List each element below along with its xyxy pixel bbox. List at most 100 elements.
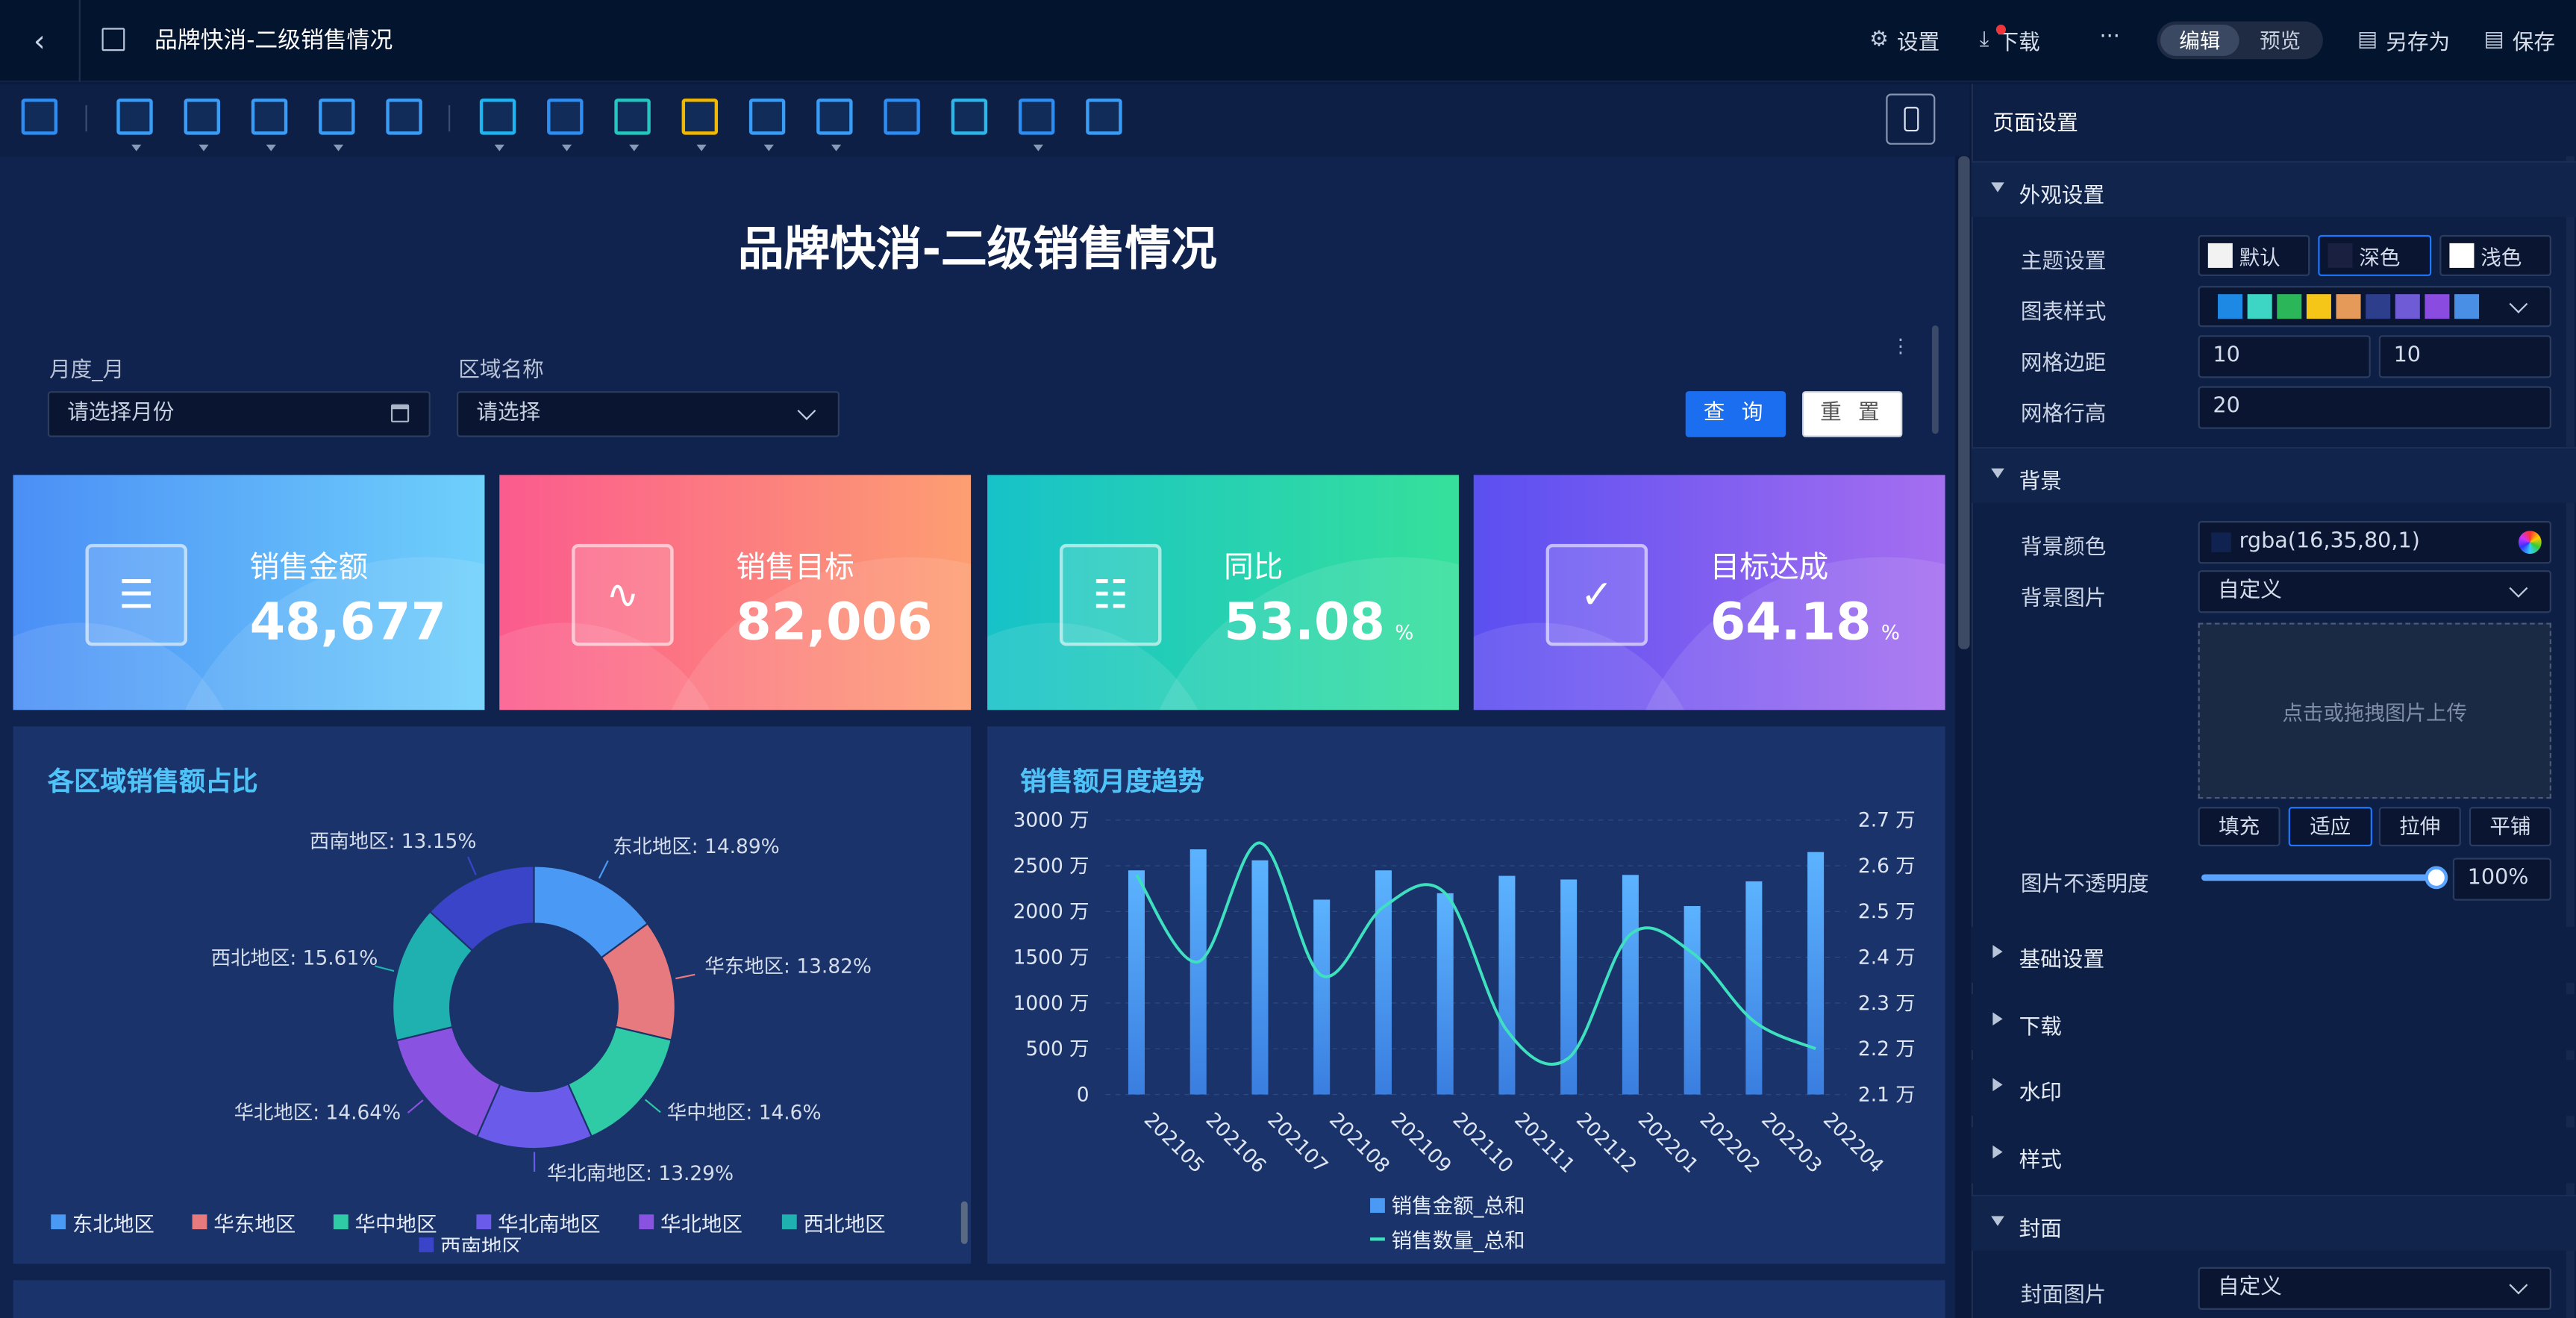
back-button[interactable]: ‹ xyxy=(0,0,81,83)
bar[interactable] xyxy=(1251,860,1269,1095)
bar[interactable] xyxy=(1498,875,1516,1095)
legend-label: 西北地区 xyxy=(803,1211,886,1236)
line-chart-icon[interactable] xyxy=(614,99,651,152)
opacity-slider-handle[interactable] xyxy=(2425,866,2448,890)
bar[interactable] xyxy=(1437,893,1454,1095)
save-button[interactable]: ▤ 保存 xyxy=(2484,25,2555,55)
background-section-header[interactable]: 背景 xyxy=(1971,446,2576,503)
theme-default-button[interactable]: 默认 xyxy=(2198,234,2310,276)
layers-icon[interactable] xyxy=(21,99,58,135)
grid-margin-y-input[interactable]: 10 xyxy=(2378,335,2551,378)
caret-down-icon xyxy=(1991,1216,2004,1226)
bar[interactable] xyxy=(1807,852,1825,1095)
cover-image-select[interactable]: 自定义 xyxy=(2198,1267,2551,1310)
map-icon[interactable] xyxy=(1018,99,1055,152)
text-component-icon[interactable] xyxy=(184,99,221,152)
theme-light-button[interactable]: 浅色 xyxy=(2439,234,2551,276)
collapsed-section-header[interactable]: 样式 xyxy=(1971,1127,2576,1184)
bg-color-input[interactable]: rgba(16,35,80,1) xyxy=(2198,521,2551,564)
chart-palette-select[interactable] xyxy=(2198,286,2551,328)
image-component-icon[interactable] xyxy=(251,99,288,152)
legend-item[interactable]: 华北南地区 xyxy=(476,1206,601,1237)
opacity-input[interactable]: 100% xyxy=(2452,858,2551,901)
fit-tile-button[interactable]: 平铺 xyxy=(2469,807,2551,847)
bar[interactable] xyxy=(1313,899,1331,1095)
gauge-icon[interactable] xyxy=(748,99,786,152)
legend-label[interactable]: 销售金额_总和 xyxy=(1392,1194,1525,1218)
toolbar-divider xyxy=(448,104,451,132)
region-filter-select[interactable]: 请选择 xyxy=(457,391,840,437)
bg-image-upload-area[interactable]: 点击或拖拽图片上传 xyxy=(2198,622,2551,799)
edit-mode-tab[interactable]: 编辑 xyxy=(2160,25,2239,56)
pie-slice[interactable] xyxy=(396,1025,501,1138)
legend-item[interactable]: 西北地区 xyxy=(781,1206,886,1237)
bar[interactable] xyxy=(1128,870,1145,1095)
x-tick: 202204 xyxy=(1819,1108,1888,1178)
fit-fill-button[interactable]: 填充 xyxy=(2198,807,2280,847)
opacity-label: 图片不透明度 xyxy=(2020,872,2149,898)
query-button[interactable]: 查 询 xyxy=(1685,391,1786,437)
widget-menu-icon[interactable]: · · · xyxy=(1898,331,1904,363)
y-left-tick: 0 xyxy=(1077,1083,1090,1106)
database-icon: ☰ xyxy=(85,543,187,646)
legend-scrollbar[interactable] xyxy=(960,1201,968,1244)
container-component-icon[interactable] xyxy=(386,99,422,135)
kpi-label: 销售目标 xyxy=(736,550,854,585)
grid-row-input[interactable]: 20 xyxy=(2198,386,2551,429)
caret-right-icon xyxy=(1992,1078,2003,1092)
legend-item[interactable]: 西南地区 xyxy=(419,1236,522,1252)
download-button[interactable]: ⤓ 下载 xyxy=(1980,25,2040,56)
fit-stretch-button[interactable]: 拉伸 xyxy=(2378,807,2461,847)
slice-label: 西南地区: 13.15% xyxy=(310,830,477,853)
legend-item[interactable]: 华北地区 xyxy=(639,1206,743,1237)
flow-line-icon[interactable] xyxy=(951,99,988,135)
search-component-icon[interactable] xyxy=(116,99,153,152)
canvas-scrollbar[interactable] xyxy=(1958,156,1970,649)
bar[interactable] xyxy=(1189,849,1207,1095)
opacity-slider-fill xyxy=(2201,874,2436,881)
color-picker-icon[interactable] xyxy=(2518,531,2542,555)
scatter-icon[interactable] xyxy=(884,99,920,135)
preview-mode-tab[interactable]: 预览 xyxy=(2241,25,2320,56)
pie-chart-icon[interactable] xyxy=(681,99,719,152)
cover-section-header[interactable]: 封面 xyxy=(1971,1194,2576,1251)
select-tool-icon[interactable] xyxy=(1086,99,1122,135)
caret-down-icon xyxy=(696,144,707,152)
legend-item[interactable]: 东北地区 xyxy=(51,1206,154,1237)
save-as-button[interactable]: ▤ 另存为 xyxy=(2357,25,2450,55)
line-series[interactable] xyxy=(1135,841,1816,1066)
bar[interactable] xyxy=(1622,875,1639,1095)
collapsed-section-header[interactable]: 基础设置 xyxy=(1971,926,2576,983)
legend-item[interactable]: 华中地区 xyxy=(333,1206,437,1237)
legend-item[interactable]: 华东地区 xyxy=(192,1206,296,1237)
bar-chart-icon[interactable] xyxy=(547,99,584,152)
y-right-tick: 2.2 万 xyxy=(1858,1037,1916,1061)
filter-scrollbar[interactable] xyxy=(1931,325,1939,434)
legend-label[interactable]: 销售数量_总和 xyxy=(1392,1228,1525,1252)
bg-image-mode: 自定义 xyxy=(2218,578,2282,604)
tabs-component-icon[interactable] xyxy=(319,99,355,152)
more-button[interactable]: ··· xyxy=(2100,25,2120,49)
collapsed-section-header[interactable]: 下载 xyxy=(1971,994,2576,1051)
bar[interactable] xyxy=(1745,881,1763,1095)
y-right-tick: 2.3 万 xyxy=(1858,992,1916,1015)
mode-switch[interactable]: 编辑 预览 xyxy=(2157,21,2323,60)
opacity-slider[interactable] xyxy=(2201,866,2448,890)
grid-margin-x-input[interactable]: 10 xyxy=(2198,335,2371,378)
chevron-down-icon xyxy=(797,402,816,420)
bar[interactable] xyxy=(1684,906,1701,1095)
fit-contain-button[interactable]: 适应 xyxy=(2288,807,2372,847)
reset-button[interactable]: 重 置 xyxy=(1802,391,1903,437)
bg-image-select[interactable]: 自定义 xyxy=(2198,570,2551,613)
device-toggle-button[interactable] xyxy=(1886,93,1936,145)
settings-button[interactable]: ⚙ 设置 xyxy=(1869,25,1939,55)
table-component-icon[interactable] xyxy=(479,99,516,152)
collapsed-section-header[interactable]: 水印 xyxy=(1971,1060,2576,1116)
text-cloud-icon[interactable] xyxy=(816,99,853,152)
theme-dark-button[interactable]: 深色 xyxy=(2318,234,2432,276)
month-filter-input[interactable]: 请选择月份 xyxy=(47,391,431,437)
y-left-tick: 500 万 xyxy=(1025,1037,1089,1061)
appearance-section-header[interactable]: 外观设置 xyxy=(1971,160,2576,217)
caret-right-icon xyxy=(1992,1012,2003,1026)
sliders-icon: ☷ xyxy=(1059,543,1162,646)
